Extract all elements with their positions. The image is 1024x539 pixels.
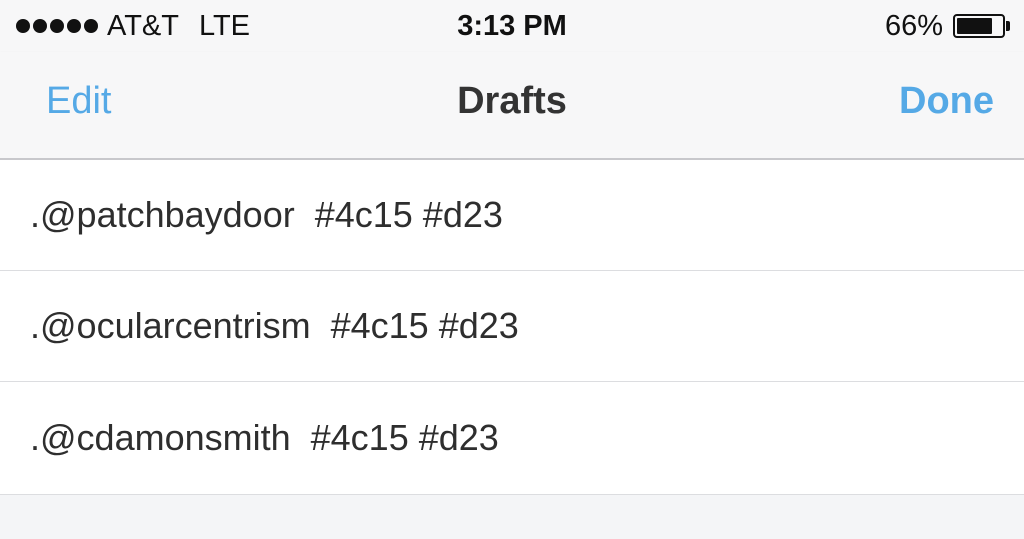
draft-item[interactable]: .@cdamonsmith #4c15 #d23 <box>0 382 1024 495</box>
page-title: Drafts <box>457 80 567 122</box>
edit-button[interactable]: Edit <box>46 80 111 123</box>
battery-percent: 66% <box>884 9 943 42</box>
navigation-bar: Edit Drafts Done <box>0 52 1024 160</box>
draft-item[interactable]: .@ocularcentrism #4c15 #d23 <box>0 271 1024 382</box>
status-right: 66% <box>885 8 1010 44</box>
battery-fill <box>957 18 993 34</box>
battery-tip <box>1006 21 1010 31</box>
drafts-list: .@patchbaydoor #4c15 #d23 .@ocularcentri… <box>0 160 1024 495</box>
battery-icon <box>953 14 1005 38</box>
status-bar: AT&T LTE 3:13 PM 66% <box>0 0 1024 52</box>
status-time: 3:13 PM <box>457 10 567 42</box>
draft-item[interactable]: .@patchbaydoor #4c15 #d23 <box>0 160 1024 271</box>
done-button[interactable]: Done <box>899 80 994 123</box>
